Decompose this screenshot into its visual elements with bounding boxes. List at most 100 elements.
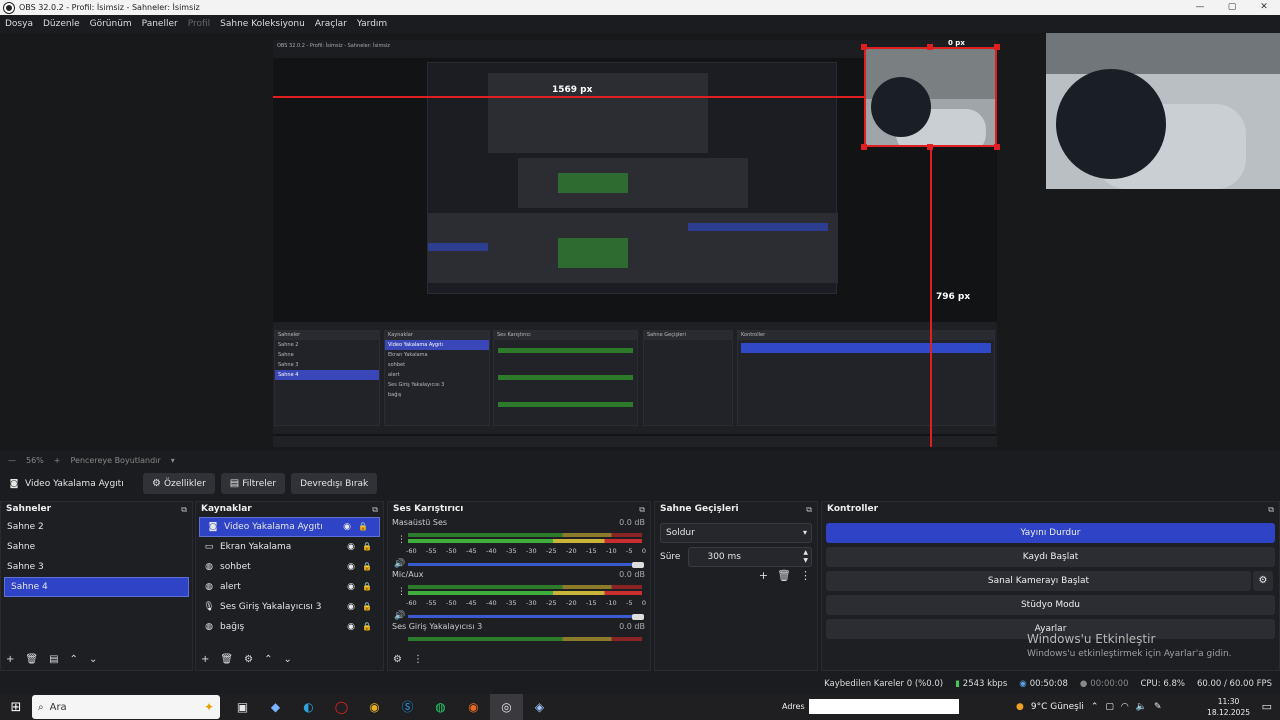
transition-select[interactable]: Soldur ▾ [660, 523, 812, 543]
undock-icon[interactable]: ⧉ [639, 502, 645, 517]
chrome-profile-icon[interactable]: ◉ [457, 694, 490, 720]
speaker-icon[interactable]: 🔊 [394, 559, 405, 569]
scene-item[interactable]: Sahne 3 [1, 557, 192, 577]
volume-slider[interactable] [408, 615, 642, 618]
eye-icon[interactable]: ◉ [347, 617, 355, 637]
taskbar-clock[interactable]: 11:30 18.12.2025 [1207, 696, 1250, 718]
lock-icon[interactable]: 🔒 [362, 557, 372, 577]
lock-icon[interactable]: 🔒 [362, 577, 372, 597]
taskbar-search[interactable]: ⌕ Ara ✦ [32, 695, 220, 719]
network-icon[interactable]: ◠ [1121, 702, 1129, 712]
stop-stream-button[interactable]: Yayını Durdur [826, 523, 1275, 543]
undock-icon[interactable]: ⧉ [806, 502, 812, 517]
chevron-down-icon[interactable]: ⌄ [89, 654, 97, 665]
tray-app-icon[interactable]: ▢ [1105, 702, 1114, 712]
add-icon[interactable]: + [6, 654, 14, 665]
filters-button[interactable]: ▤ Filtreler [220, 473, 286, 494]
trash-icon[interactable]: 🗑 [777, 569, 791, 582]
kebab-menu-icon[interactable]: ⋮ [800, 569, 811, 582]
gear-icon[interactable]: ⚙ [244, 654, 253, 665]
source-item[interactable]: ◍ alert ◉ 🔒 [196, 577, 383, 597]
eye-icon[interactable]: ◉ [347, 537, 355, 557]
zoom-out-icon[interactable]: — [8, 456, 16, 465]
kebab-menu-icon[interactable]: ⋮ [413, 654, 423, 665]
scene-item[interactable]: Sahne [1, 537, 192, 557]
chevron-up-icon[interactable]: ⌃ [264, 654, 272, 665]
start-record-button[interactable]: Kaydı Başlat [826, 547, 1275, 567]
volume-slider-handle[interactable] [632, 562, 644, 568]
menu-help[interactable]: Yardım [357, 19, 387, 29]
notification-icon[interactable]: ▭ [1262, 700, 1272, 713]
maximize-button[interactable]: ▢ [1216, 0, 1248, 15]
add-icon[interactable]: + [759, 569, 768, 582]
whatsapp-icon[interactable]: ◍ [424, 694, 457, 720]
chrome-icon[interactable]: ◉ [358, 694, 391, 720]
source-item[interactable]: ◍ sohbet ◉ 🔒 [196, 557, 383, 577]
undock-icon[interactable]: ⧉ [1268, 502, 1274, 517]
studio-mode-button[interactable]: Stüdyo Modu [826, 595, 1275, 615]
filter-icon[interactable]: ▤ [49, 654, 58, 665]
resize-handle[interactable] [861, 44, 867, 50]
duration-input[interactable]: 300 ms ▲ ▼ [688, 547, 812, 567]
trash-icon[interactable]: 🗑 [220, 654, 233, 665]
opera-icon[interactable]: ◯ [325, 694, 358, 720]
menu-scene-collection[interactable]: Sahne Koleksiyonu [220, 19, 305, 29]
undock-icon[interactable]: ⧉ [181, 502, 187, 517]
eye-icon[interactable]: ◉ [347, 557, 355, 577]
menu-tools[interactable]: Araçlar [315, 19, 347, 29]
speaker-icon[interactable]: 🔊 [394, 611, 405, 621]
eye-icon[interactable]: ◉ [343, 517, 351, 537]
volume-icon[interactable]: 🔈 [1136, 702, 1147, 712]
add-icon[interactable]: + [201, 654, 209, 665]
edge-icon[interactable]: ◐ [292, 694, 325, 720]
close-button[interactable]: ✕ [1248, 0, 1280, 15]
advanced-audio-icon[interactable]: ⚙ [393, 654, 402, 665]
steam-icon[interactable]: ◈ [523, 694, 556, 720]
volume-slider-handle[interactable] [632, 614, 644, 620]
skype-icon[interactable]: Ⓢ [391, 694, 424, 720]
virtual-camera-button[interactable]: Sanal Kamerayı Başlat ⚙ [826, 571, 1273, 591]
zoom-in-icon[interactable]: + [54, 456, 61, 465]
copilot-icon[interactable]: ◆ [259, 694, 292, 720]
menu-profile[interactable]: Profil [188, 19, 210, 29]
chevron-down-icon[interactable]: ▾ [171, 456, 175, 465]
address-input[interactable] [808, 699, 959, 714]
resize-handle[interactable] [927, 44, 933, 50]
fit-to-window-label[interactable]: Pencereye Boyutlandır [70, 456, 160, 465]
source-item[interactable]: ◍ bağış ◉ 🔒 [196, 617, 383, 637]
source-item[interactable]: ▭ Ekran Yakalama ◉ 🔒 [196, 537, 383, 557]
lock-icon[interactable]: 🔒 [362, 537, 372, 557]
properties-button[interactable]: ⚙ Özellikler [143, 473, 215, 494]
minimize-button[interactable]: — [1184, 0, 1216, 15]
task-view-icon[interactable]: ▣ [226, 694, 259, 720]
undock-icon[interactable]: ⧉ [372, 502, 378, 517]
menu-edit[interactable]: Düzenle [43, 19, 80, 29]
chevron-up-icon[interactable]: ⌃ [70, 654, 78, 665]
volume-slider[interactable] [408, 563, 642, 566]
obs-taskbar-icon[interactable]: ◎ [490, 694, 523, 720]
source-item-selected[interactable]: ◙ Video Yakalama Aygıtı ◉ 🔒 [199, 517, 380, 537]
scene-item-selected[interactable]: Sahne 4 [4, 577, 189, 597]
trash-icon[interactable]: 🗑 [25, 654, 38, 665]
chevron-up-icon[interactable]: ⌃ [1091, 702, 1099, 712]
eye-icon[interactable]: ◉ [347, 597, 355, 617]
source-item[interactable]: 🎙 Ses Giriş Yakalayıcısı 3 ◉ 🔒 [196, 597, 383, 617]
gear-icon[interactable]: ⚙ [1253, 571, 1273, 591]
menu-file[interactable]: Dosya [5, 19, 33, 29]
lock-icon[interactable]: 🔒 [358, 517, 368, 537]
scene-item[interactable]: Sahne 2 [1, 517, 192, 537]
kebab-menu-icon[interactable]: ⋮ [397, 587, 406, 597]
menu-docks[interactable]: Paneller [142, 19, 178, 29]
menu-view[interactable]: Görünüm [90, 19, 132, 29]
kebab-menu-icon[interactable]: ⋮ [397, 535, 406, 545]
resize-handle[interactable] [994, 144, 1000, 150]
eye-icon[interactable]: ◉ [347, 577, 355, 597]
lock-icon[interactable]: 🔒 [362, 597, 372, 617]
pen-icon[interactable]: ✎ [1154, 702, 1162, 712]
deactivate-button[interactable]: Devredışı Bırak [291, 473, 378, 494]
resize-handle[interactable] [927, 144, 933, 150]
windows-start-icon[interactable]: ⊞ [0, 700, 32, 715]
chevron-down-icon[interactable]: ⌄ [283, 654, 291, 665]
spinner-icon[interactable]: ▲ ▼ [803, 549, 808, 565]
selected-webcam-source[interactable] [864, 47, 997, 147]
